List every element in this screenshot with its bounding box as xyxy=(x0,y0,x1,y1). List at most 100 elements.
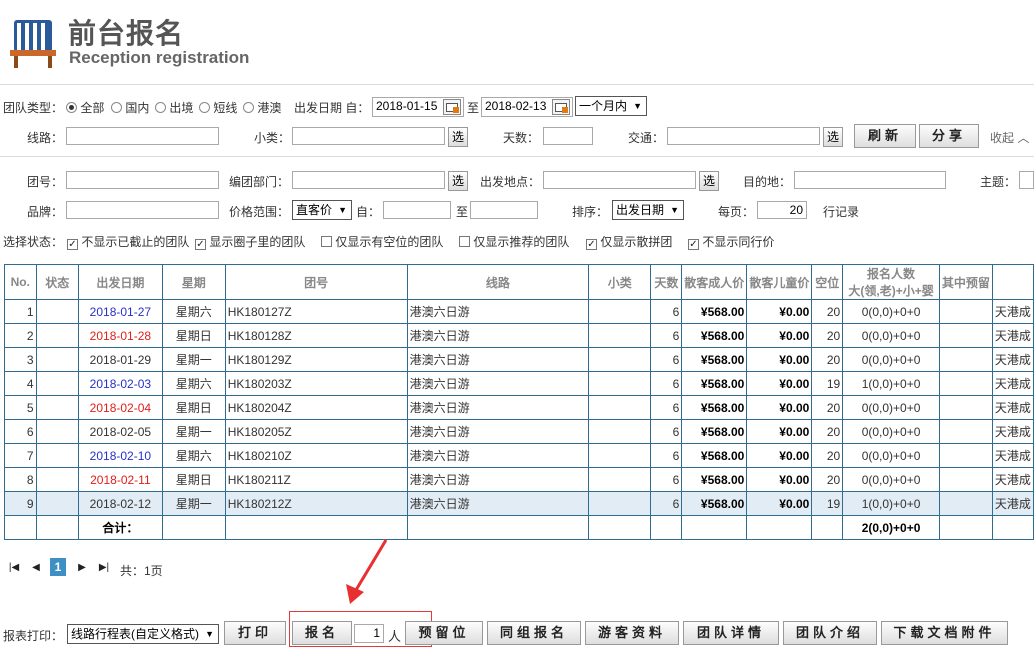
cell-date: 2018-01-27 xyxy=(77,299,163,324)
total-label: 合计： xyxy=(77,515,163,540)
last-page-icon[interactable]: ▶| xyxy=(96,560,112,576)
table-row[interactable]: 7 2018-02-10 星期六 HK180210Z 港澳六日游 6 ¥568.00 ¥0.0… xyxy=(4,443,1034,468)
dept-select-button[interactable]: 选 xyxy=(448,171,468,191)
cell-date: 2018-02-03 xyxy=(77,371,163,396)
cell-child: ¥0.00 xyxy=(746,443,813,468)
cell-days: 6 xyxy=(650,443,683,468)
radio-short[interactable]: 短线 xyxy=(199,99,237,116)
current-page-button[interactable]: 1 xyxy=(50,558,66,576)
download-attachment-button[interactable]: 下载文档附件 xyxy=(881,621,1008,645)
total-cell xyxy=(406,515,590,540)
share-button[interactable]: 分享 xyxy=(919,124,979,148)
collapse-toggle[interactable]: 收起 ︿ xyxy=(990,129,1029,146)
col-adult-price: 散客成人价 xyxy=(681,264,748,300)
depart-place-label: 出发地点： xyxy=(480,175,541,189)
print-label: 报表打印： xyxy=(3,629,64,643)
check-show-circle[interactable]: ✓ 显示圈子里的团队 xyxy=(195,233,305,250)
price-from-input[interactable] xyxy=(383,201,451,219)
date-from-input[interactable]: 2018-01-15 xyxy=(372,97,464,117)
refresh-button[interactable]: 刷新 xyxy=(854,124,916,148)
date-range-select[interactable]: 一个月内 ▼ xyxy=(575,96,647,116)
cell-days: 6 xyxy=(650,395,683,420)
calendar-icon[interactable] xyxy=(552,99,570,115)
cell-date: 2018-02-11 xyxy=(77,467,163,492)
cell-no: 3 xyxy=(4,347,37,372)
cell-status xyxy=(35,347,79,372)
dest-input[interactable] xyxy=(794,171,946,189)
check-has-seats[interactable]: 仅显示有空位的团队 xyxy=(321,233,443,250)
cell-days: 6 xyxy=(650,419,683,444)
sort-select[interactable]: 出发日期 ▼ xyxy=(612,200,684,220)
total-cell xyxy=(938,515,993,540)
prev-page-icon[interactable]: ◀ xyxy=(28,560,44,576)
depart-place-input[interactable] xyxy=(543,171,696,189)
radio-domestic[interactable]: 国内 xyxy=(111,99,149,116)
cell-enroll: 1(0,0)+0+0 xyxy=(842,371,940,396)
brand-input[interactable] xyxy=(66,201,219,219)
cell-status xyxy=(35,371,79,396)
subtype-input[interactable] xyxy=(292,127,445,145)
radio-outbound[interactable]: 出境 xyxy=(155,99,193,116)
cell-week: 星期六 xyxy=(161,299,226,324)
team-intro-button[interactable]: 团队介绍 xyxy=(783,621,877,645)
radio-hkmo[interactable]: 港澳 xyxy=(243,99,281,116)
check-hide-closed[interactable]: ✓ 不显示已截止的团队 xyxy=(67,233,189,250)
cell-reserve xyxy=(938,443,993,468)
cell-adult: ¥568.00 xyxy=(681,419,748,444)
first-page-icon[interactable]: |◀ xyxy=(6,560,22,576)
people-count-input[interactable]: 1 xyxy=(354,624,384,643)
print-format-select[interactable]: 线路行程表(自定义格式) ▼ xyxy=(67,624,219,644)
cell-days: 6 xyxy=(650,323,683,348)
price-type-select[interactable]: 直客价 ▼ xyxy=(292,200,352,220)
table-row[interactable]: 2 2018-01-28 星期日 HK180128Z 港澳六日游 6 ¥568.00 ¥0.0… xyxy=(4,323,1034,348)
radio-icon xyxy=(199,102,210,113)
traffic-input[interactable] xyxy=(667,127,820,145)
check-scattered[interactable]: ✓ 仅显示散拼团 xyxy=(586,233,672,250)
group-no-input[interactable] xyxy=(66,171,219,189)
cell-week: 星期六 xyxy=(161,443,226,468)
route-input[interactable] xyxy=(66,127,219,145)
cell-enroll: 1(0,0)+0+0 xyxy=(842,491,940,516)
next-page-icon[interactable]: ▶ xyxy=(74,560,90,576)
print-button[interactable]: 打印 xyxy=(224,621,286,645)
same-group-enroll-button[interactable]: 同组报名 xyxy=(487,621,581,645)
dest-label: 目的地： xyxy=(743,175,792,189)
check-recommended[interactable]: 仅显示推荐的团队 xyxy=(459,233,569,250)
check-hide-peer-price[interactable]: ✓ 不显示同行价 xyxy=(688,233,774,250)
table-row[interactable]: 8 2018-02-11 星期日 HK180211Z 港澳六日游 6 ¥568.00 ¥0.0… xyxy=(4,467,1034,492)
cell-status xyxy=(35,467,79,492)
cell-seats: 20 xyxy=(811,419,844,444)
radio-all[interactable]: 全部 xyxy=(66,99,104,116)
per-page-input[interactable]: 20 xyxy=(757,201,807,219)
cell-route: 港澳六日游 xyxy=(406,371,590,396)
table-row[interactable]: 6 2018-02-05 星期一 HK180205Z 港澳六日游 6 ¥568.00 ¥0.0… xyxy=(4,419,1034,444)
reserve-seat-button[interactable]: 预留位 xyxy=(405,621,483,645)
cell-sub xyxy=(588,419,652,444)
subtype-select-button[interactable]: 选 xyxy=(448,127,468,147)
team-detail-button[interactable]: 团队详情 xyxy=(683,621,779,645)
traffic-select-button[interactable]: 选 xyxy=(823,127,843,147)
table-row[interactable]: 9 2018-02-12 星期一 HK180212Z 港澳六日游 6 ¥568.00 ¥0.0… xyxy=(4,491,1034,516)
depart-place-select-button[interactable]: 选 xyxy=(699,171,719,191)
calendar-icon[interactable] xyxy=(443,99,461,115)
cell-sub xyxy=(588,467,652,492)
enroll-button[interactable]: 报名 xyxy=(292,621,352,645)
dept-input[interactable] xyxy=(292,171,445,189)
tourist-info-button[interactable]: 游客资料 xyxy=(585,621,679,645)
table-row[interactable]: 5 2018-02-04 星期日 HK180204Z 港澳六日游 6 ¥568.00 ¥0.0… xyxy=(4,395,1034,420)
cell-group: HK180128Z xyxy=(224,323,408,348)
table-row[interactable]: 3 2018-01-29 星期一 HK180129Z 港澳六日游 6 ¥568.00 ¥0.0… xyxy=(4,347,1034,372)
cell-child: ¥0.00 xyxy=(746,395,813,420)
total-cell xyxy=(161,515,226,540)
days-input[interactable] xyxy=(543,127,593,145)
cell-enroll: 0(0,0)+0+0 xyxy=(842,323,940,348)
date-to-input[interactable]: 2018-02-13 xyxy=(481,97,573,117)
cell-adult: ¥568.00 xyxy=(681,371,748,396)
cell-reserve xyxy=(938,323,993,348)
price-to-input[interactable] xyxy=(470,201,538,219)
cell-route: 港澳六日游 xyxy=(406,467,590,492)
table-row[interactable]: 4 2018-02-03 星期六 HK180203Z 港澳六日游 6 ¥568.00 ¥0.0… xyxy=(4,371,1034,396)
theme-input[interactable] xyxy=(1019,171,1034,189)
table-row[interactable]: 1 2018-01-27 星期六 HK180127Z 港澳六日游 6 ¥568.00 ¥0.0… xyxy=(4,299,1034,324)
col-week: 星期 xyxy=(161,264,226,300)
